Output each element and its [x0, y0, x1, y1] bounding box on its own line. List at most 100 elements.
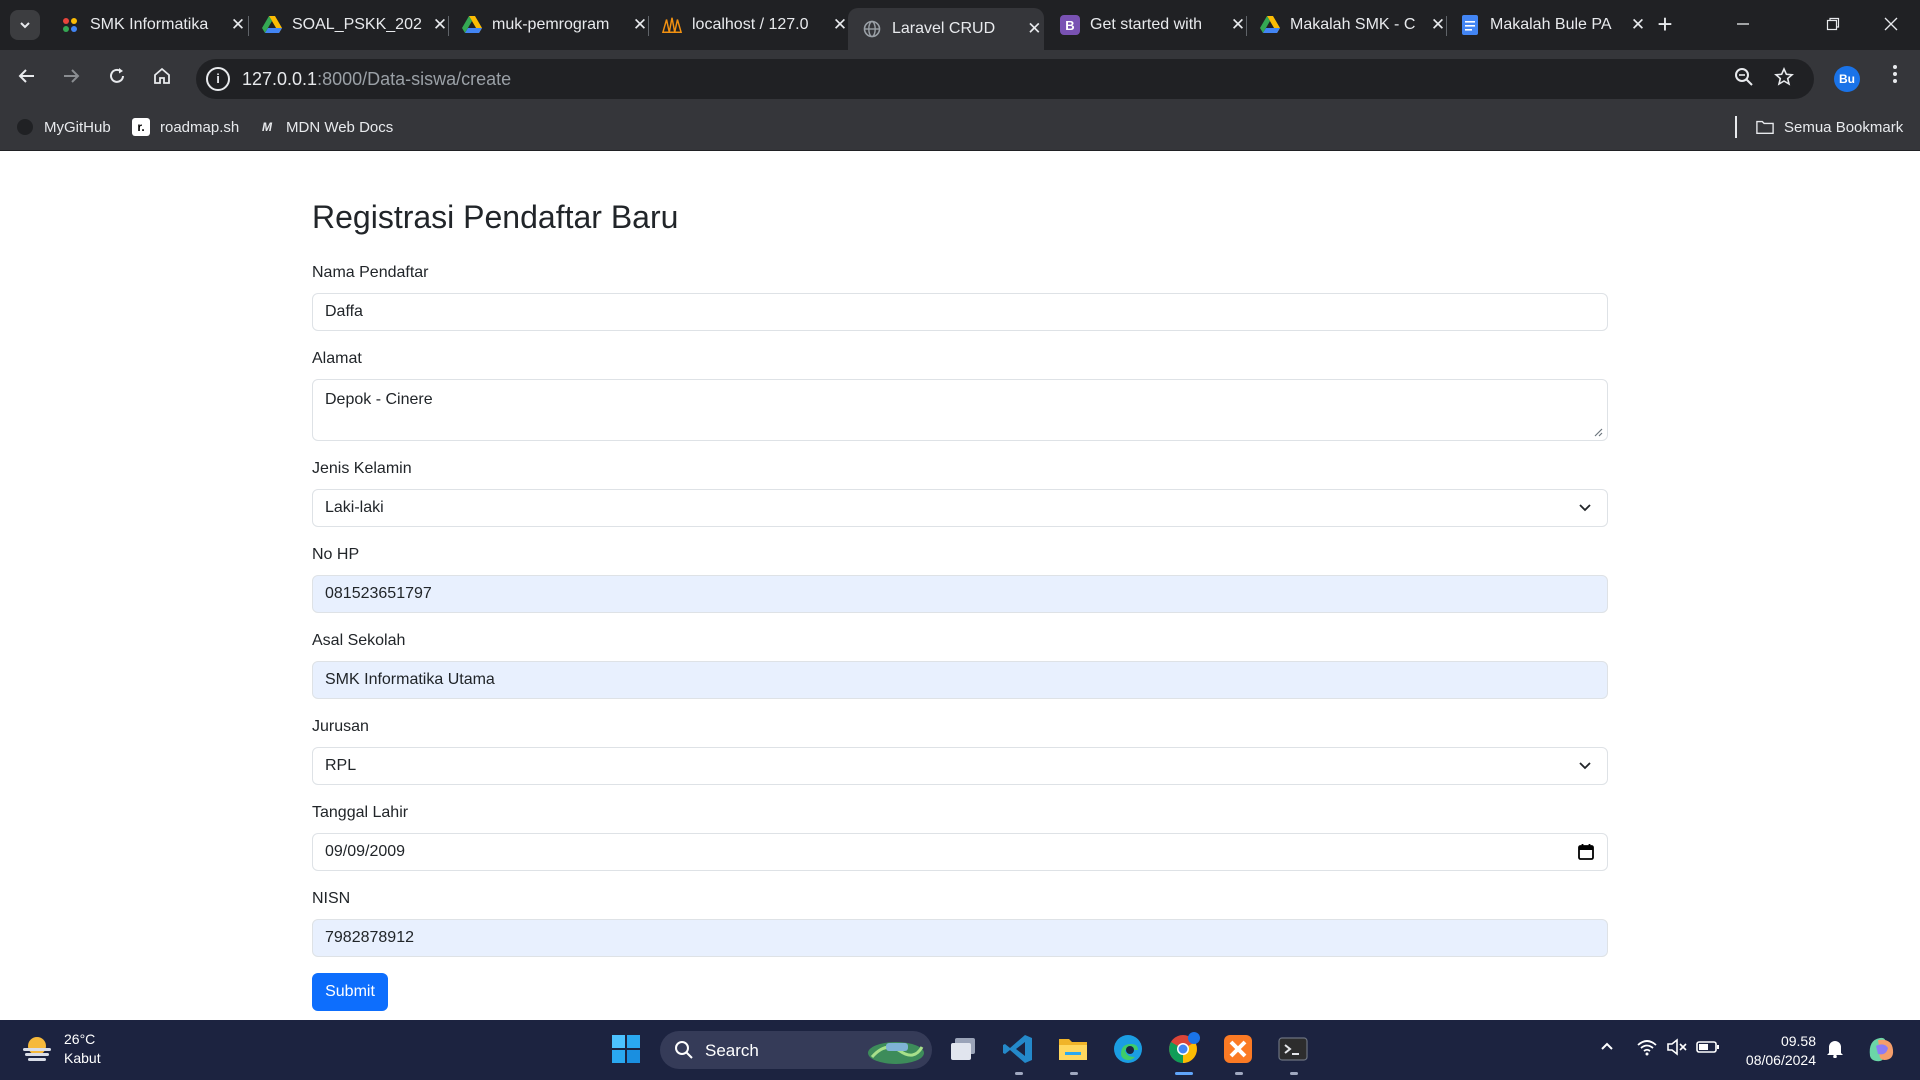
chevron-down-icon — [20, 22, 30, 29]
github-icon — [16, 118, 34, 136]
all-bookmarks-button[interactable]: Semua Bookmark — [1756, 118, 1903, 136]
tab-bootstrap[interactable]: B Get started with ✕ — [1046, 8, 1248, 42]
nama-input[interactable]: Daffa — [312, 293, 1608, 331]
taskbar-search[interactable]: Search — [660, 1031, 932, 1069]
copilot-icon[interactable] — [1864, 1032, 1898, 1070]
no-hp-label: No HP — [312, 546, 360, 563]
tab-search-button[interactable] — [10, 10, 40, 40]
minimize-icon — [1737, 23, 1749, 25]
google-drive-icon — [462, 15, 482, 35]
google-docs-icon — [1460, 15, 1480, 35]
tab-muk-pemrograman[interactable]: muk-pemrogram ✕ — [448, 8, 650, 42]
close-window-button[interactable] — [1876, 12, 1906, 38]
tanggal-lahir-input[interactable]: 09/09/2009 — [312, 833, 1608, 871]
weather-text: 26°C Kabut — [64, 1030, 101, 1068]
tab-soal-pskk[interactable]: SOAL_PSKK_2024 ✕ — [248, 8, 450, 42]
tab-close-icon[interactable]: ✕ — [1628, 15, 1648, 35]
jenis-kelamin-select[interactable]: Laki-laki — [312, 489, 1608, 527]
bookmark-roadmap[interactable]: r. roadmap.sh — [132, 118, 239, 136]
vscode-icon[interactable] — [1001, 1032, 1037, 1068]
edge-icon[interactable] — [1111, 1032, 1147, 1068]
battery-icon[interactable] — [1696, 1038, 1720, 1060]
back-button[interactable] — [12, 64, 42, 94]
tab-title: localhost / 127.0 — [692, 16, 809, 33]
profile-avatar[interactable]: Bu — [1834, 66, 1860, 92]
windows-taskbar: 26°C Kabut Search 09.58 08/06/2024 — [0, 1020, 1920, 1080]
tab-title: Makalah SMK - C — [1290, 16, 1416, 33]
jurusan-value: RPL — [325, 757, 357, 774]
search-highlight-icon — [868, 1042, 924, 1064]
nisn-input[interactable]: 7982878912 — [312, 919, 1608, 957]
bookmark-star-icon[interactable] — [1772, 67, 1796, 91]
notification-bell-icon[interactable] — [1826, 1038, 1844, 1062]
forward-button[interactable] — [56, 64, 86, 94]
bookmark-mdn[interactable]: M MDN Web Docs — [258, 118, 393, 136]
nisn-label: NISN — [312, 890, 351, 907]
clock-time: 09.58 — [1780, 1033, 1816, 1049]
google-drive-icon — [262, 15, 282, 35]
show-hidden-icons-button[interactable] — [1598, 1038, 1616, 1060]
wifi-icon[interactable] — [1636, 1038, 1658, 1060]
submit-button[interactable]: Submit — [312, 973, 388, 1011]
restore-button[interactable] — [1818, 12, 1848, 38]
no-hp-input[interactable]: 081523651797 — [312, 575, 1608, 613]
address-bar[interactable]: i 127.0.0.1:8000/Data-siswa/create — [196, 59, 1814, 99]
url-path: :8000/Data-siswa/create — [317, 69, 512, 89]
taskbar-clock[interactable]: 09.58 08/06/2024 — [1736, 1032, 1816, 1070]
windows-start-icon[interactable] — [609, 1032, 645, 1068]
bookmark-label: MDN Web Docs — [286, 118, 394, 136]
tab-close-icon[interactable]: ✕ — [430, 15, 450, 35]
tab-close-icon[interactable]: ✕ — [630, 15, 650, 35]
calendar-icon[interactable] — [1577, 843, 1595, 861]
tab-close-icon[interactable]: ✕ — [1228, 15, 1248, 35]
chrome-icon[interactable] — [1166, 1032, 1202, 1068]
app-running-indicator — [1235, 1072, 1243, 1075]
tab-makalah-smk[interactable]: Makalah SMK - C ✕ — [1246, 8, 1448, 42]
tab-close-icon[interactable]: ✕ — [1428, 15, 1448, 35]
alamat-value: Depok - Cinere — [325, 391, 433, 408]
all-bookmarks-label: Semua Bookmark — [1784, 118, 1904, 136]
tab-title: Makalah Bule PA — [1490, 16, 1612, 33]
chevron-up-icon — [1601, 1042, 1613, 1050]
xampp-icon[interactable] — [1221, 1032, 1257, 1068]
tab-laravel-crud[interactable]: Laravel CRUD ✕ — [848, 8, 1044, 50]
browser-tab-strip: SMK Informatika ✕ SOAL_PSKK_2024 ✕ muk-p… — [0, 0, 1920, 50]
tab-title: muk-pemrogram — [492, 16, 610, 33]
reload-icon — [110, 68, 124, 83]
file-explorer-icon[interactable] — [1056, 1032, 1092, 1068]
chevron-down-icon — [1579, 762, 1591, 770]
weather-temp: 26°C — [64, 1031, 96, 1047]
asal-sekolah-input[interactable]: SMK Informatika Utama — [312, 661, 1608, 699]
resize-grip-icon[interactable] — [1593, 427, 1603, 437]
arrow-right-icon — [64, 69, 80, 83]
zoom-icon[interactable] — [1732, 67, 1756, 91]
alamat-textarea[interactable]: Depok - Cinere — [312, 379, 1608, 441]
clock-date: 08/06/2024 — [1745, 1052, 1816, 1068]
bookmark-label: roadmap.sh — [160, 118, 240, 136]
reload-button[interactable] — [102, 64, 132, 94]
minimize-button[interactable] — [1728, 12, 1758, 38]
browser-toolbar: i 127.0.0.1:8000/Data-siswa/create Bu — [0, 50, 1920, 108]
page-content: Registrasi Pendaftar Baru Nama Pendaftar… — [0, 151, 1920, 1020]
bookmark-mygithub[interactable]: MyGitHub — [16, 118, 111, 136]
tab-close-icon[interactable]: ✕ — [1025, 19, 1044, 39]
globe-icon — [862, 19, 882, 39]
alamat-label: Alamat — [312, 350, 362, 367]
weather-widget[interactable]: 26°C Kabut — [20, 1030, 101, 1068]
new-tab-button[interactable]: + — [1650, 10, 1680, 40]
terminal-icon[interactable] — [1276, 1032, 1312, 1068]
tab-makalah-bule[interactable]: Makalah Bule PA ✕ — [1446, 8, 1648, 42]
url-text[interactable]: 127.0.0.1:8000/Data-siswa/create — [242, 69, 511, 90]
task-view-icon[interactable] — [946, 1032, 982, 1068]
more-vertical-icon — [1893, 65, 1897, 83]
tab-phpmyadmin[interactable]: localhost / 127.0 ✕ — [648, 8, 850, 42]
tab-close-icon[interactable]: ✕ — [228, 15, 248, 35]
volume-muted-icon[interactable] — [1666, 1038, 1688, 1060]
roadmap-icon: r. — [132, 118, 150, 136]
browser-menu-button[interactable] — [1880, 64, 1910, 90]
site-info-icon[interactable]: i — [206, 67, 230, 91]
tab-smk-informatika[interactable]: SMK Informatika ✕ — [46, 8, 248, 42]
jurusan-select[interactable]: RPL — [312, 747, 1608, 785]
tab-close-icon[interactable]: ✕ — [830, 15, 850, 35]
home-button[interactable] — [147, 64, 177, 94]
